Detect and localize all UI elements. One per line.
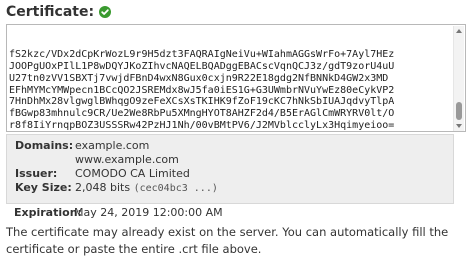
key-size-bits: 2,048 bits: [75, 181, 131, 194]
help-text: The certificate may already exist on the…: [6, 225, 449, 256]
certificate-label: Certificate:: [6, 4, 112, 20]
domains-label: Domains:: [15, 139, 74, 152]
scroll-down-arrow-icon[interactable]: [456, 124, 462, 128]
scroll-thumb[interactable]: [456, 102, 462, 120]
expiration-label: Expiration:: [14, 206, 82, 219]
check-circle-icon: [99, 6, 112, 18]
certificate-textarea[interactable]: fS2kzc/VDx2dCpKrWozL9r9H5dzt3FAQRAIgNeiV…: [6, 24, 466, 132]
issuer-value: COMODO CA Limited: [75, 167, 190, 180]
key-size-label: Key Size:: [15, 181, 72, 194]
issuer-label: Issuer:: [15, 167, 58, 180]
certificate-details-panel: Domains: example.com www.example.com Iss…: [6, 134, 454, 204]
scroll-up-arrow-icon[interactable]: [456, 29, 462, 33]
certificate-text-content: fS2kzc/VDx2dCpKrWozL9r9H5dzt3FAQRAIgNeiV…: [9, 49, 395, 131]
expiration-value: May 24, 2019 12:00:00 AM: [74, 206, 223, 219]
domain-value: example.com: [75, 139, 150, 152]
key-size-value: 2,048 bits (cec04bc3 ...): [75, 181, 218, 195]
certificate-scrollbar[interactable]: [453, 26, 464, 131]
expiration-row: Expiration: May 24, 2019 12:00:00 AM: [6, 206, 454, 220]
certificate-label-text: Certificate:: [6, 4, 95, 20]
key-hash: (cec04bc3 ...): [133, 183, 218, 194]
domain-value: www.example.com: [75, 153, 179, 166]
